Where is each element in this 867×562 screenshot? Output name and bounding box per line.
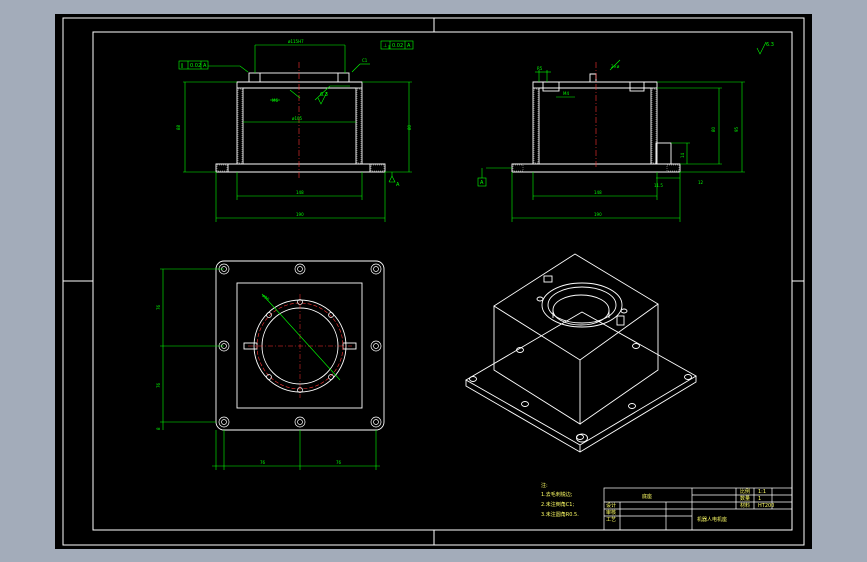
svg-text:R5: R5	[537, 66, 543, 71]
svg-text:76: 76	[260, 460, 266, 465]
svg-text:A: A	[480, 180, 484, 186]
svg-text:审核: 审核	[606, 509, 616, 516]
svg-text:0.02: 0.02	[190, 63, 201, 69]
svg-text:数量: 数量	[740, 495, 750, 502]
svg-text:76: 76	[156, 304, 161, 310]
note-item: 2.未注倒角C1;	[541, 501, 574, 508]
svg-text:C1: C1	[362, 58, 368, 63]
svg-text:190: 190	[594, 212, 602, 217]
svg-text:⊥: ⊥	[383, 43, 387, 49]
cad-viewport[interactable]: ø115H7 ø105 88 80 148 190 C1 M6 ∥ 0.02 A…	[0, 0, 867, 562]
svg-text:88: 88	[176, 124, 181, 130]
svg-text:M6: M6	[272, 98, 278, 103]
svg-text:80: 80	[407, 124, 412, 130]
note-item: 3.未注圆角R0.5.	[541, 511, 579, 518]
svg-text:148: 148	[594, 190, 602, 195]
svg-text:A: A	[407, 43, 411, 49]
note-item: 1.去毛刺锐边;	[541, 491, 573, 498]
svg-text:6.3: 6.3	[320, 92, 328, 98]
svg-text:A: A	[396, 182, 400, 188]
svg-text:注:: 注:	[541, 482, 548, 489]
svg-text:6.3: 6.3	[766, 42, 774, 48]
svg-text:ø105: ø105	[292, 116, 303, 121]
fcf-right: ⊥ 0.02 A	[380, 40, 414, 50]
svg-text:比例: 比例	[740, 488, 750, 495]
svg-text:12: 12	[698, 180, 704, 185]
svg-text:148: 148	[296, 190, 304, 195]
svg-text:设计: 设计	[606, 502, 616, 509]
svg-text:2×ø: 2×ø	[611, 64, 620, 69]
svg-text:95: 95	[734, 126, 739, 132]
svg-text:14: 14	[680, 152, 685, 158]
svg-text:材料: 材料	[740, 502, 750, 509]
svg-text:76: 76	[156, 382, 161, 388]
svg-text:HT200: HT200	[758, 503, 774, 509]
fcf-left: ∥ 0.02 A	[178, 60, 209, 70]
svg-text:M4: M4	[563, 91, 569, 96]
svg-text:80: 80	[711, 126, 716, 132]
svg-text:A: A	[203, 63, 207, 69]
svg-text:76: 76	[336, 460, 342, 465]
part-name: 底座	[642, 493, 652, 500]
svg-text:11.5: 11.5	[654, 183, 663, 188]
svg-text:0.02: 0.02	[392, 43, 403, 49]
svg-text:工艺: 工艺	[606, 517, 616, 523]
svg-text:∥: ∥	[181, 63, 184, 69]
drawing-canvas[interactable]	[55, 14, 812, 549]
svg-text:190: 190	[296, 212, 304, 217]
svg-text:1:1: 1:1	[758, 489, 766, 495]
drawing-name: 机器人电机座	[697, 516, 727, 523]
svg-text:ø115H7: ø115H7	[288, 39, 304, 44]
svg-text:1: 1	[758, 496, 761, 502]
